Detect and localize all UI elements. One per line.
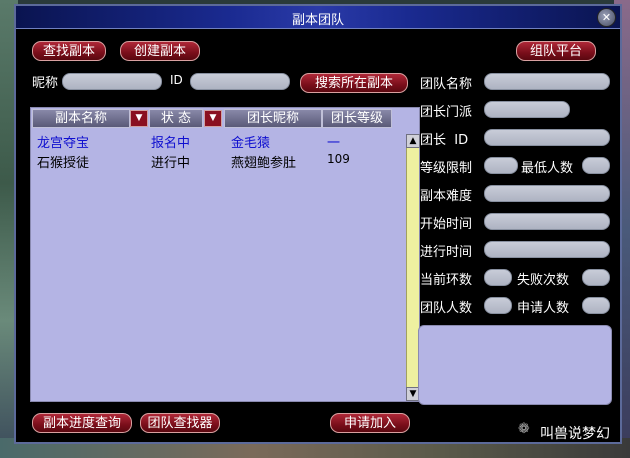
header-dungeon-name[interactable]: 副本名称 [32, 109, 130, 128]
sort-name-icon[interactable]: ▼ [130, 110, 148, 127]
watermark: ❁ 叫兽说梦幻 [518, 421, 610, 443]
leader-id-field [484, 129, 610, 146]
id-input[interactable] [190, 73, 290, 90]
header-leader-nickname[interactable]: 团长昵称 [224, 109, 322, 128]
min-people-label: 最低人数 [521, 161, 574, 176]
apply-count-field [582, 297, 610, 314]
leader-school-label: 团长门派 [420, 105, 473, 120]
start-time-label: 开始时间 [420, 217, 473, 232]
row-leader: 金毛猿 [231, 136, 271, 151]
header-status[interactable]: 状 态 [149, 109, 203, 128]
row-status: 进行中 [151, 156, 191, 171]
fail-count-label: 失败次数 [517, 273, 570, 288]
nickname-input[interactable] [62, 73, 162, 90]
row-leader: 燕翅鲍参肚 [231, 156, 297, 171]
window-title: 副本团队 [291, 13, 344, 28]
team-platform-button[interactable]: 组队平台 [516, 41, 596, 61]
nickname-label: 昵称 [32, 76, 59, 91]
start-time-field [484, 213, 610, 230]
wechat-icon: ❁ [518, 421, 530, 437]
row-status: 报名中 [151, 136, 191, 151]
leader-id-label: 团长 ID [420, 133, 469, 148]
header-leader-level[interactable]: 团长等级 [322, 109, 392, 128]
difficulty-label: 副本难度 [420, 189, 473, 204]
description-box [418, 325, 612, 405]
search-dungeon-button[interactable]: 搜索所在副本 [300, 73, 408, 93]
apply-join-button[interactable]: 申请加入 [330, 413, 410, 433]
level-limit-label: 等级限制 [420, 161, 473, 176]
id-label: ID [170, 73, 183, 87]
team-name-field [484, 73, 610, 90]
team-size-field [484, 297, 512, 314]
row-level: 109 [327, 152, 350, 166]
current-round-field [484, 269, 512, 286]
title-bar[interactable]: 副本团队 ✕ [16, 6, 620, 29]
watermark-text: 叫兽说梦幻 [540, 426, 610, 442]
dungeon-team-window: 副本团队 ✕ 查找副本 创建副本 组队平台 昵称 ID 搜索所在副本 副本名称 … [14, 4, 622, 444]
current-round-label: 当前环数 [420, 273, 473, 288]
dungeon-list[interactable]: 副本名称 ▼ 状 态 ▼ 团长昵称 团长等级 龙宫夺宝 报名中 金毛猿 一 石猴… [30, 107, 420, 402]
close-icon[interactable]: ✕ [597, 8, 616, 27]
row-dungeon-name: 石猴授徒 [37, 156, 90, 171]
row-dungeon-name: 龙宫夺宝 [37, 136, 90, 151]
row-level: 一 [327, 136, 341, 151]
min-people-field [582, 157, 610, 174]
scroll-up-icon[interactable]: ▲ [406, 134, 420, 148]
find-dungeon-button[interactable]: 查找副本 [32, 41, 106, 61]
create-dungeon-button[interactable]: 创建副本 [120, 41, 200, 61]
elapsed-time-field [484, 241, 610, 258]
dungeon-progress-button[interactable]: 副本进度查询 [32, 413, 132, 433]
difficulty-field [484, 185, 610, 202]
apply-count-label: 申请人数 [517, 301, 570, 316]
elapsed-time-label: 进行时间 [420, 245, 473, 260]
level-limit-field [484, 157, 518, 174]
sort-status-icon[interactable]: ▼ [204, 110, 222, 127]
team-finder-button[interactable]: 团队查找器 [140, 413, 220, 433]
fail-count-field [582, 269, 610, 286]
team-name-label: 团队名称 [420, 77, 473, 92]
leader-school-field [484, 101, 570, 118]
team-size-label: 团队人数 [420, 301, 473, 316]
